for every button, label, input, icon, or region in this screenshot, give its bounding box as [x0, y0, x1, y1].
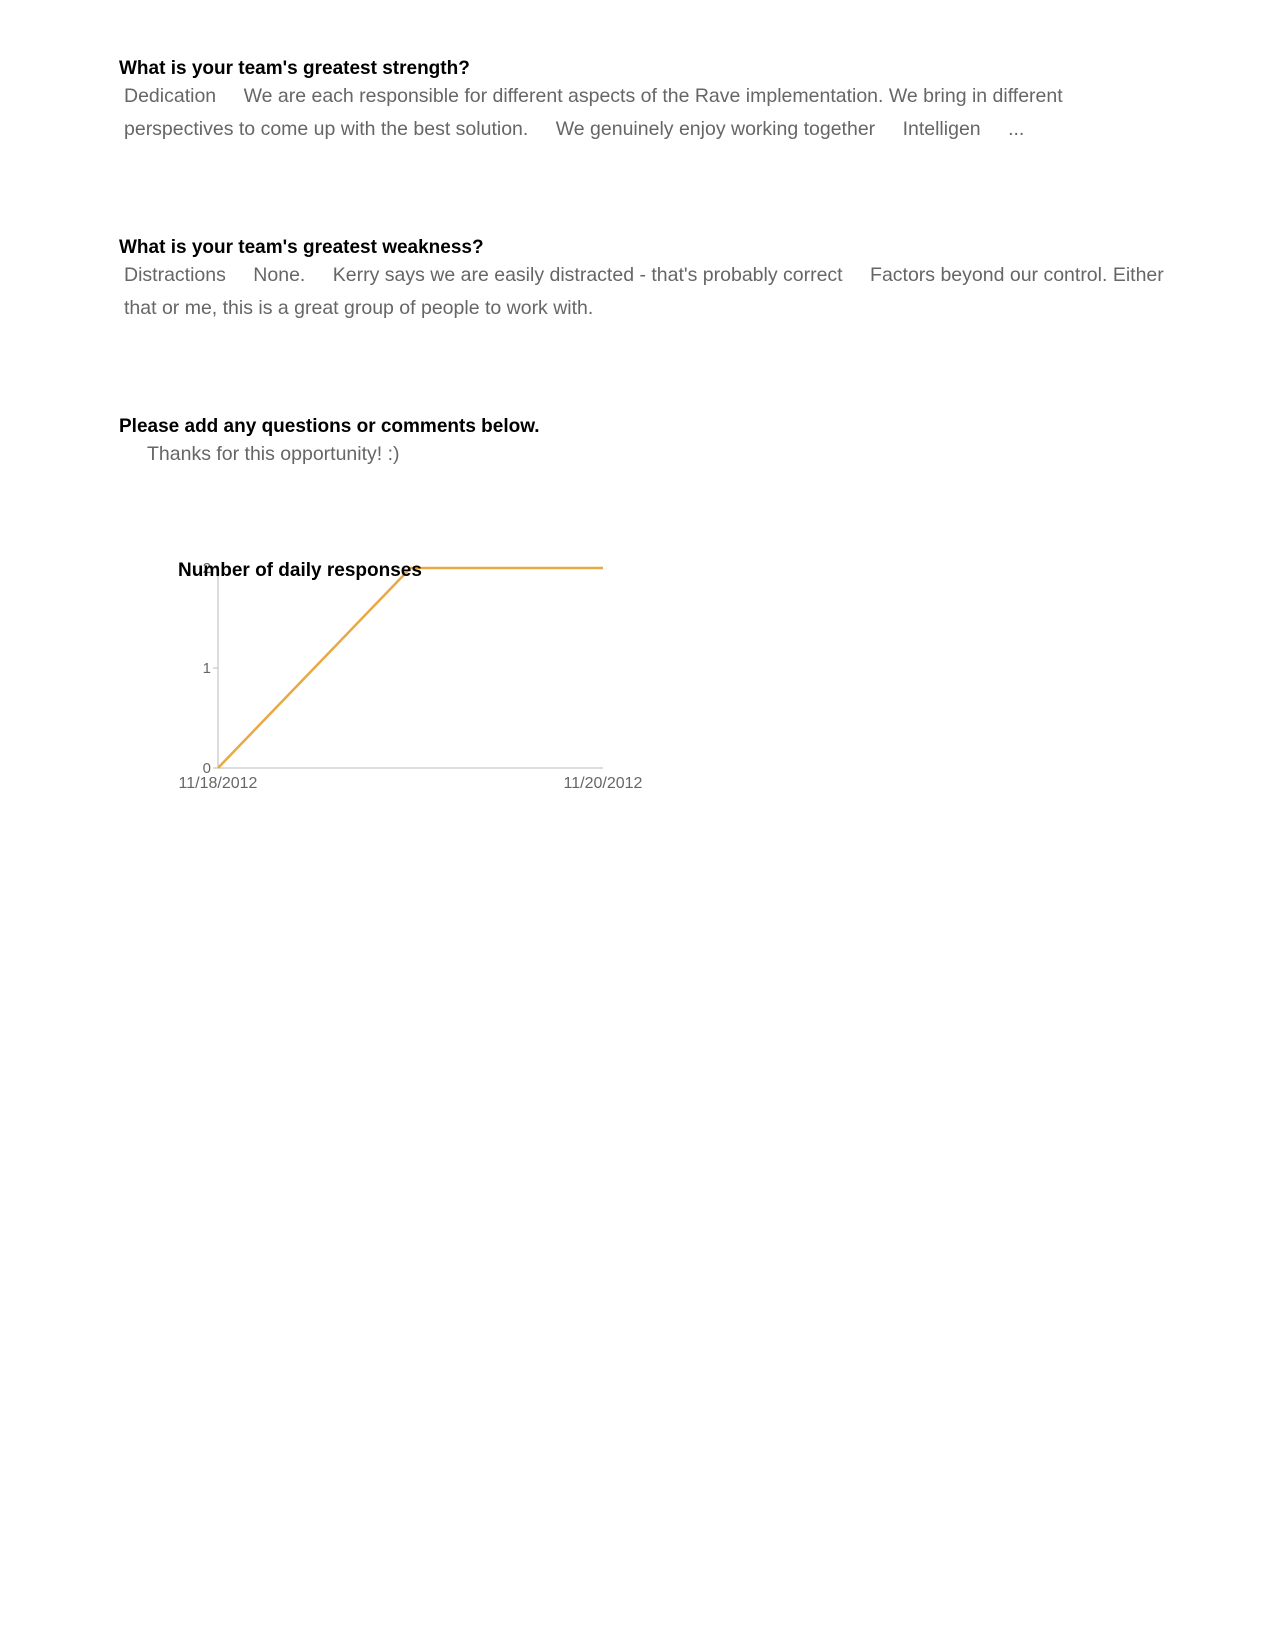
answer-item: Dedication	[124, 85, 217, 107]
answer-item: We genuinely enjoy working together	[555, 118, 876, 140]
daily-responses-chart: Number of daily responses 0 1 2 11/18/2012 1…	[170, 560, 690, 830]
question-strength: What is your team's greatest strength? D…	[119, 58, 1169, 146]
x-tick-label: 11/18/2012	[179, 775, 258, 792]
answer-list: Dedication We are each responsible for d…	[119, 80, 1169, 146]
answer-item: Distractions	[124, 264, 226, 286]
y-tick-label: 1	[203, 660, 211, 677]
chart-title: Number of daily responses	[178, 560, 422, 581]
question-comments: Please add any questions or comments bel…	[119, 416, 1169, 471]
series-line	[217, 566, 603, 769]
answer-item: Intelligen	[902, 118, 981, 140]
question-title: What is your team's greatest weakness?	[119, 237, 484, 258]
chart-plot: 01211/18/2012 11/20/2012	[179, 560, 643, 792]
answer-item: Kerry says we are easily distracted - th…	[332, 264, 843, 286]
answer-more: ...	[1008, 118, 1025, 140]
question-weakness: What is your team's greatest weakness? D…	[119, 237, 1169, 325]
question-title: Please add any questions or comments bel…	[119, 416, 540, 437]
answer-item: Thanks for this opportunity! :)	[147, 443, 400, 465]
question-title: What is your team's greatest strength?	[119, 58, 470, 79]
answer-item: None.	[253, 264, 306, 286]
answer-list: Distractions None. Kerry says we are eas…	[119, 259, 1169, 325]
answer-list: Thanks for this opportunity! :)	[119, 438, 1169, 471]
x-tick-label: 11/20/2012	[564, 775, 643, 792]
